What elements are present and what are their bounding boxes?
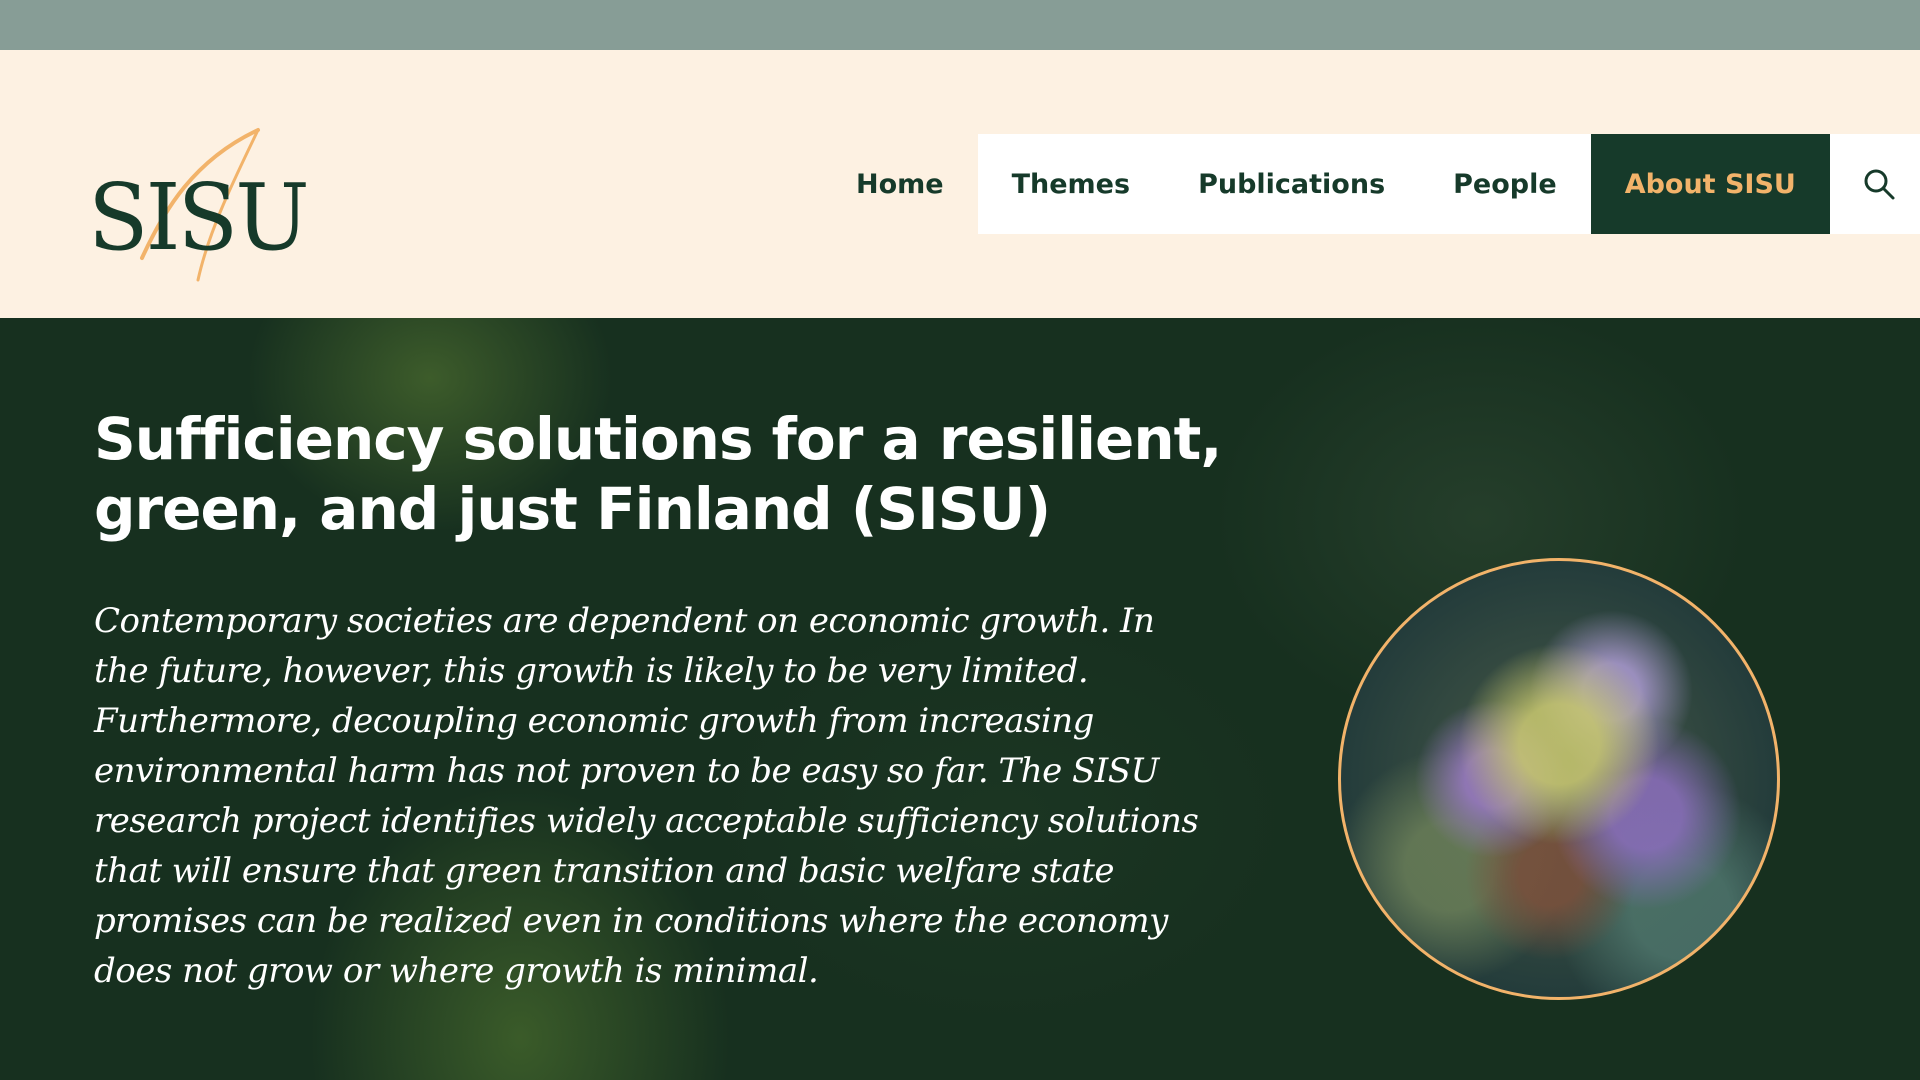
hero-description: Contemporary societies are dependent on … bbox=[94, 601, 1199, 991]
hero-title: Sufficiency solutions for a resilient, g… bbox=[94, 405, 1222, 543]
nav-people[interactable]: People bbox=[1419, 134, 1591, 234]
logo-text: SISU bbox=[88, 164, 310, 271]
main-nav: Home Themes Publications People About SI… bbox=[822, 134, 1920, 234]
search-button[interactable] bbox=[1830, 134, 1920, 234]
nav-about-sisu[interactable]: About SISU bbox=[1590, 134, 1830, 234]
search-icon bbox=[1864, 169, 1895, 200]
nav-publications[interactable]: Publications bbox=[1164, 134, 1419, 234]
top-strip bbox=[0, 0, 1920, 50]
site-logo[interactable]: SISU bbox=[84, 90, 344, 290]
hero-section: Sufficiency solutions for a resilient, g… bbox=[0, 318, 1920, 1080]
hero-flower-image bbox=[1338, 558, 1780, 1000]
nav-home[interactable]: Home bbox=[822, 134, 978, 234]
site-header: SISU Home Themes Publications People Abo… bbox=[0, 50, 1920, 318]
nav-themes[interactable]: Themes bbox=[978, 134, 1164, 234]
nav-box: Themes Publications People About SISU bbox=[977, 134, 1920, 234]
